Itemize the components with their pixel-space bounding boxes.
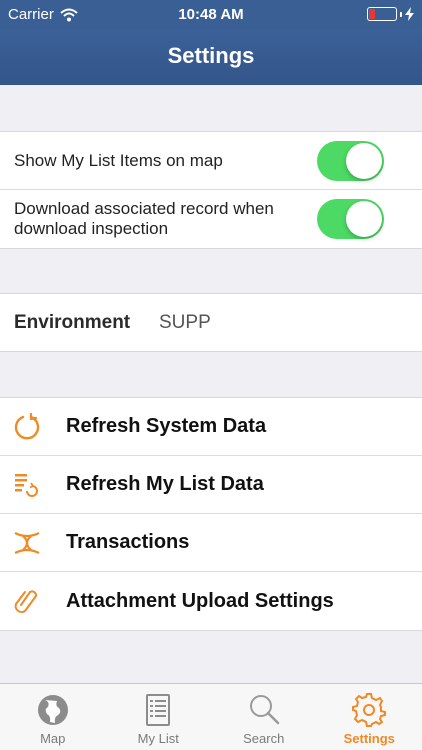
attachment-upload-settings-button[interactable]: Attachment Upload Settings xyxy=(0,572,422,630)
environment-row[interactable]: Environment SUPP xyxy=(0,294,422,351)
environment-value: SUPP xyxy=(159,311,211,333)
tab-map[interactable]: Map xyxy=(0,684,106,750)
toggle-row-download-record: Download associated record when download… xyxy=(0,190,422,248)
tab-settings[interactable]: Settings xyxy=(317,684,422,750)
tab-bar: Map My List Search Settings xyxy=(0,683,422,750)
action-label: Refresh System Data xyxy=(66,415,267,437)
tab-label: Settings xyxy=(343,731,395,746)
display-options-group: Show My List Items on map Download assoc… xyxy=(0,131,422,249)
list-refresh-icon xyxy=(15,474,38,497)
refresh-system-data-button[interactable]: Refresh System Data xyxy=(0,398,422,456)
paperclip-icon xyxy=(14,590,38,614)
action-label: Transactions xyxy=(66,531,190,553)
action-label: Refresh My List Data xyxy=(66,473,264,495)
refresh-my-list-data-button[interactable]: Refresh My List Data xyxy=(0,456,422,514)
tab-search[interactable]: Search xyxy=(211,684,317,750)
status-bar: Carrier 10:48 AM xyxy=(0,0,422,30)
tab-label: Map xyxy=(40,731,66,746)
charging-bolt-icon xyxy=(405,7,414,21)
page-title: Settings xyxy=(167,43,255,68)
environment-group: Environment SUPP xyxy=(0,293,422,352)
show-my-list-toggle[interactable] xyxy=(317,141,384,181)
tab-my-list[interactable]: My List xyxy=(106,684,212,750)
tab-label: Search xyxy=(243,731,285,746)
gear-icon xyxy=(352,693,387,727)
actions-group: Refresh System Data Refresh My List Data… xyxy=(0,397,422,631)
list-icon xyxy=(146,694,171,726)
battery-icon xyxy=(367,7,397,21)
transactions-button[interactable]: Transactions xyxy=(0,514,422,572)
status-time: 10:48 AM xyxy=(178,6,244,23)
navigation-bar: Settings xyxy=(0,30,422,85)
download-record-toggle[interactable] xyxy=(317,199,384,239)
tab-label: My List xyxy=(137,731,179,746)
battery-indicator xyxy=(367,7,414,21)
action-label: Attachment Upload Settings xyxy=(66,589,334,612)
transactions-icon xyxy=(14,532,40,554)
globe-icon xyxy=(37,695,68,725)
magnifier-icon xyxy=(249,695,279,725)
toggle-label: Download associated record when download… xyxy=(14,199,274,238)
toggle-row-show-my-list: Show My List Items on map xyxy=(0,132,422,190)
environment-label: Environment xyxy=(14,311,131,333)
refresh-icon xyxy=(14,413,40,440)
toggle-label: Show My List Items on map xyxy=(14,150,223,170)
